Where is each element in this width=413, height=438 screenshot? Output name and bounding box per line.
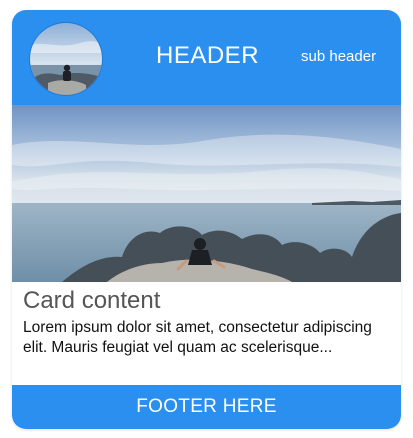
footer-label: FOOTER HERE [136, 396, 277, 417]
header-subtitle: sub header [301, 48, 377, 65]
card-footer[interactable]: FOOTER HERE [12, 385, 401, 429]
content-body: Lorem ipsum dolor sit amet, consectetur … [23, 319, 372, 356]
content-title: Card content [23, 287, 161, 314]
card: HEADER sub header Card content Lorem ips… [12, 10, 401, 429]
card-header: HEADER sub header [12, 10, 401, 105]
header-title: HEADER [156, 42, 260, 69]
hero-photo [12, 105, 401, 282]
avatar[interactable] [29, 22, 103, 96]
hero-image [12, 105, 401, 282]
avatar-photo [30, 23, 102, 95]
